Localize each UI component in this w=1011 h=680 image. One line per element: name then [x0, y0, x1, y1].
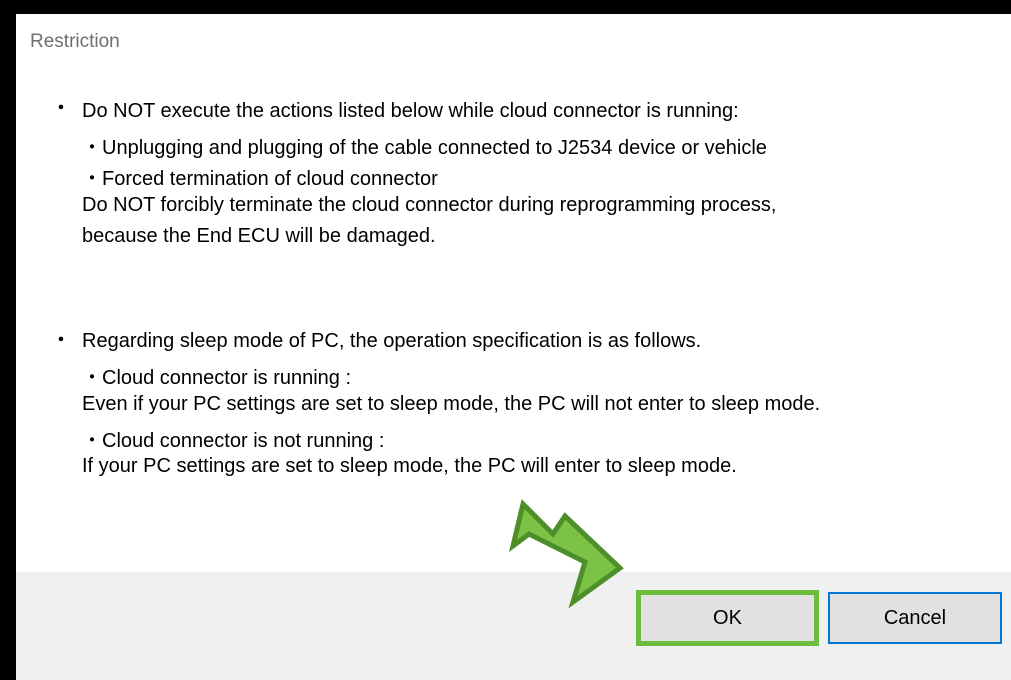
section1-note1: Do NOT forcibly terminate the cloud conn…	[82, 194, 777, 216]
ok-button[interactable]: OK	[636, 590, 819, 646]
section2-item1: ・Cloud connector is running :	[82, 367, 352, 389]
section1-note2: because the End ECU will be damaged.	[82, 225, 436, 247]
section2-detail2: If your PC settings are set to sleep mod…	[82, 455, 737, 477]
section2-bullet: ・	[52, 330, 70, 350]
section2-heading: Regarding sleep mode of PC, the operatio…	[82, 330, 702, 352]
section2-detail1: Even if your PC settings are set to slee…	[82, 393, 821, 415]
section1-bullet: ・	[52, 98, 70, 118]
section1-heading: Do NOT execute the actions listed below …	[82, 100, 739, 122]
section1-item2: ・Forced termination of cloud connector	[82, 168, 438, 190]
green-arrow-icon	[508, 499, 624, 609]
cancel-button[interactable]: Cancel	[828, 592, 1002, 644]
section1-item1: ・Unplugging and plugging of the cable co…	[82, 137, 767, 159]
section2-item2: ・Cloud connector is not running :	[82, 430, 385, 452]
